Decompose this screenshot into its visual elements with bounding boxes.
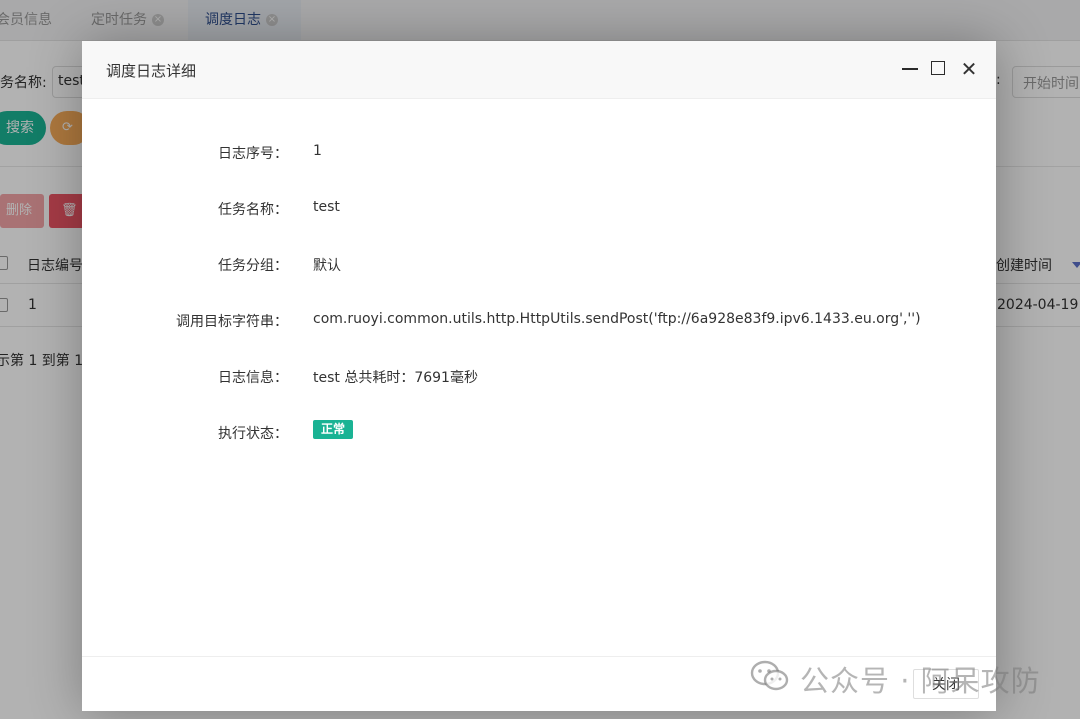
field-task-group: 任务分组： 默认	[82, 255, 996, 277]
field-log-message: 日志信息： test 总共耗时：7691毫秒	[82, 367, 996, 389]
field-label: 任务分组：	[218, 258, 288, 274]
field-label: 任务名称：	[218, 202, 288, 218]
status-badge: 正常	[313, 420, 354, 439]
field-task-name: 任务名称： test	[82, 199, 996, 221]
wechat-icon	[750, 660, 789, 691]
minimize-icon[interactable]	[900, 58, 922, 80]
dialog-header: 调度日志详细 ✕	[82, 41, 996, 99]
field-exec-status: 执行状态： 正常	[82, 420, 996, 445]
maximize-icon[interactable]	[928, 58, 950, 80]
field-invoke-target: 调用目标字符串： com.ruoyi.common.utils.http.Htt…	[82, 311, 996, 333]
field-value: test 总共耗时：7691毫秒	[313, 370, 478, 386]
field-value: 1	[313, 143, 322, 159]
watermark-text: 公众号 · 阿呆攻防	[800, 664, 1041, 698]
field-value: com.ruoyi.common.utils.http.HttpUtils.se…	[313, 311, 921, 327]
dialog-footer-divider	[82, 656, 996, 657]
dialog-title: 调度日志详细	[106, 62, 197, 80]
log-detail-dialog: 调度日志详细 ✕ 日志序号： 1 任务名称： test 任务分组： 默认 调用目…	[82, 41, 996, 711]
field-log-id: 日志序号： 1	[82, 143, 996, 165]
field-label: 日志信息：	[218, 370, 288, 386]
field-label: 调用目标字符串：	[176, 314, 288, 330]
field-value: 默认	[313, 258, 341, 274]
close-icon[interactable]: ✕	[958, 58, 980, 80]
field-label: 日志序号：	[218, 146, 288, 162]
field-value: test	[313, 199, 340, 215]
field-label: 执行状态：	[218, 426, 288, 442]
